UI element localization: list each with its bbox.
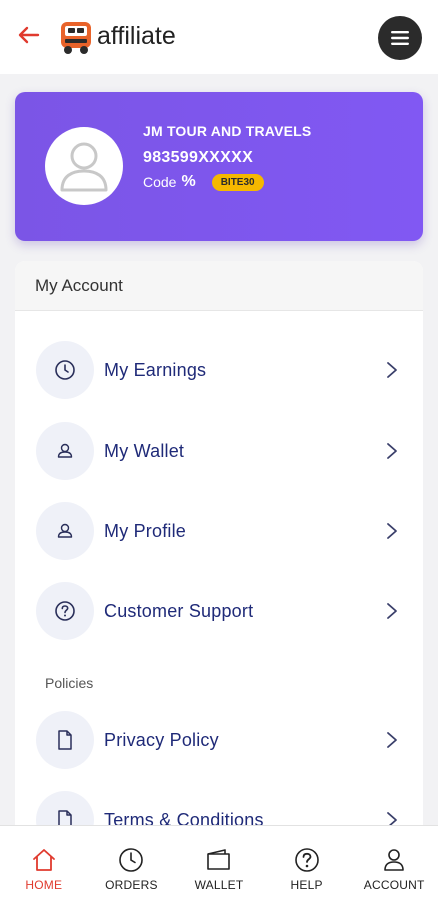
nav-wallet[interactable]: WALLET: [175, 826, 263, 900]
percent-icon: %: [181, 173, 196, 190]
chevron-right-icon: [387, 523, 397, 539]
account-card: My Account My Earnings My Wallet My Prof…: [15, 261, 423, 900]
nav-label: HELP: [290, 878, 323, 892]
nav-label: ORDERS: [105, 878, 158, 892]
clock-icon: [119, 848, 144, 872]
clock-icon: [55, 360, 75, 380]
nav-home[interactable]: HOME: [0, 826, 88, 900]
app-header: affiliate: [0, 0, 438, 74]
icon-circle: [36, 422, 94, 480]
menu-item-label: My Earnings: [104, 359, 207, 380]
wallet-icon: [207, 849, 230, 870]
icon-circle: [36, 341, 94, 399]
coupon-badge[interactable]: BITE30: [211, 173, 264, 191]
chevron-right-icon: [387, 362, 397, 378]
question-icon: [55, 601, 75, 621]
icon-circle: [36, 582, 94, 640]
menu-item-my-wallet[interactable]: My Wallet: [15, 421, 423, 481]
user-icon: [57, 523, 73, 538]
document-icon: [58, 730, 72, 750]
menu-item-privacy-policy[interactable]: Privacy Policy: [15, 710, 423, 770]
home-icon: [32, 849, 55, 871]
policies-section-label: Policies: [45, 675, 94, 691]
icon-circle: [36, 502, 94, 560]
business-name: JM TOUR AND TRAVELS: [143, 123, 312, 139]
nav-account[interactable]: ACCOUNT: [350, 826, 438, 900]
nav-orders[interactable]: ORDERS: [88, 826, 176, 900]
profile-card: JM TOUR AND TRAVELS 983599XXXXX Code % B…: [15, 92, 423, 241]
menu-item-label: My Wallet: [104, 440, 185, 461]
phone-number: 983599XXXXX: [143, 149, 254, 166]
menu-item-label: Customer Support: [104, 600, 254, 621]
chevron-right-icon: [387, 732, 397, 748]
menu-item-customer-support[interactable]: Customer Support: [15, 581, 423, 641]
bottom-navigation: HOME ORDERS WALLET HELP ACCOUNT: [0, 825, 438, 900]
nav-label: HOME: [25, 878, 63, 892]
code-label: Code: [143, 174, 177, 190]
chevron-right-icon: [387, 603, 397, 619]
user-icon: [384, 849, 404, 871]
brand-title: affiliate: [97, 22, 176, 50]
nav-label: ACCOUNT: [363, 878, 425, 892]
menu-item-label: Privacy Policy: [104, 729, 219, 750]
chevron-right-icon: [387, 443, 397, 459]
user-avatar-icon: [60, 142, 108, 192]
code-row: Code % BITE30: [143, 173, 264, 191]
bus-logo-icon: [61, 22, 91, 54]
user-icon: [57, 443, 73, 458]
avatar: [45, 127, 123, 205]
hamburger-icon: [391, 31, 409, 45]
menu-item-my-earnings[interactable]: My Earnings: [15, 340, 423, 400]
menu-item-my-profile[interactable]: My Profile: [15, 501, 423, 561]
account-section-title: My Account: [15, 261, 423, 311]
nav-help[interactable]: HELP: [263, 826, 351, 900]
back-arrow-icon[interactable]: [16, 22, 42, 48]
icon-circle: [36, 711, 94, 769]
menu-button[interactable]: [378, 16, 422, 60]
question-icon: [294, 848, 319, 872]
nav-label: WALLET: [194, 878, 244, 892]
menu-item-label: My Profile: [104, 520, 187, 541]
